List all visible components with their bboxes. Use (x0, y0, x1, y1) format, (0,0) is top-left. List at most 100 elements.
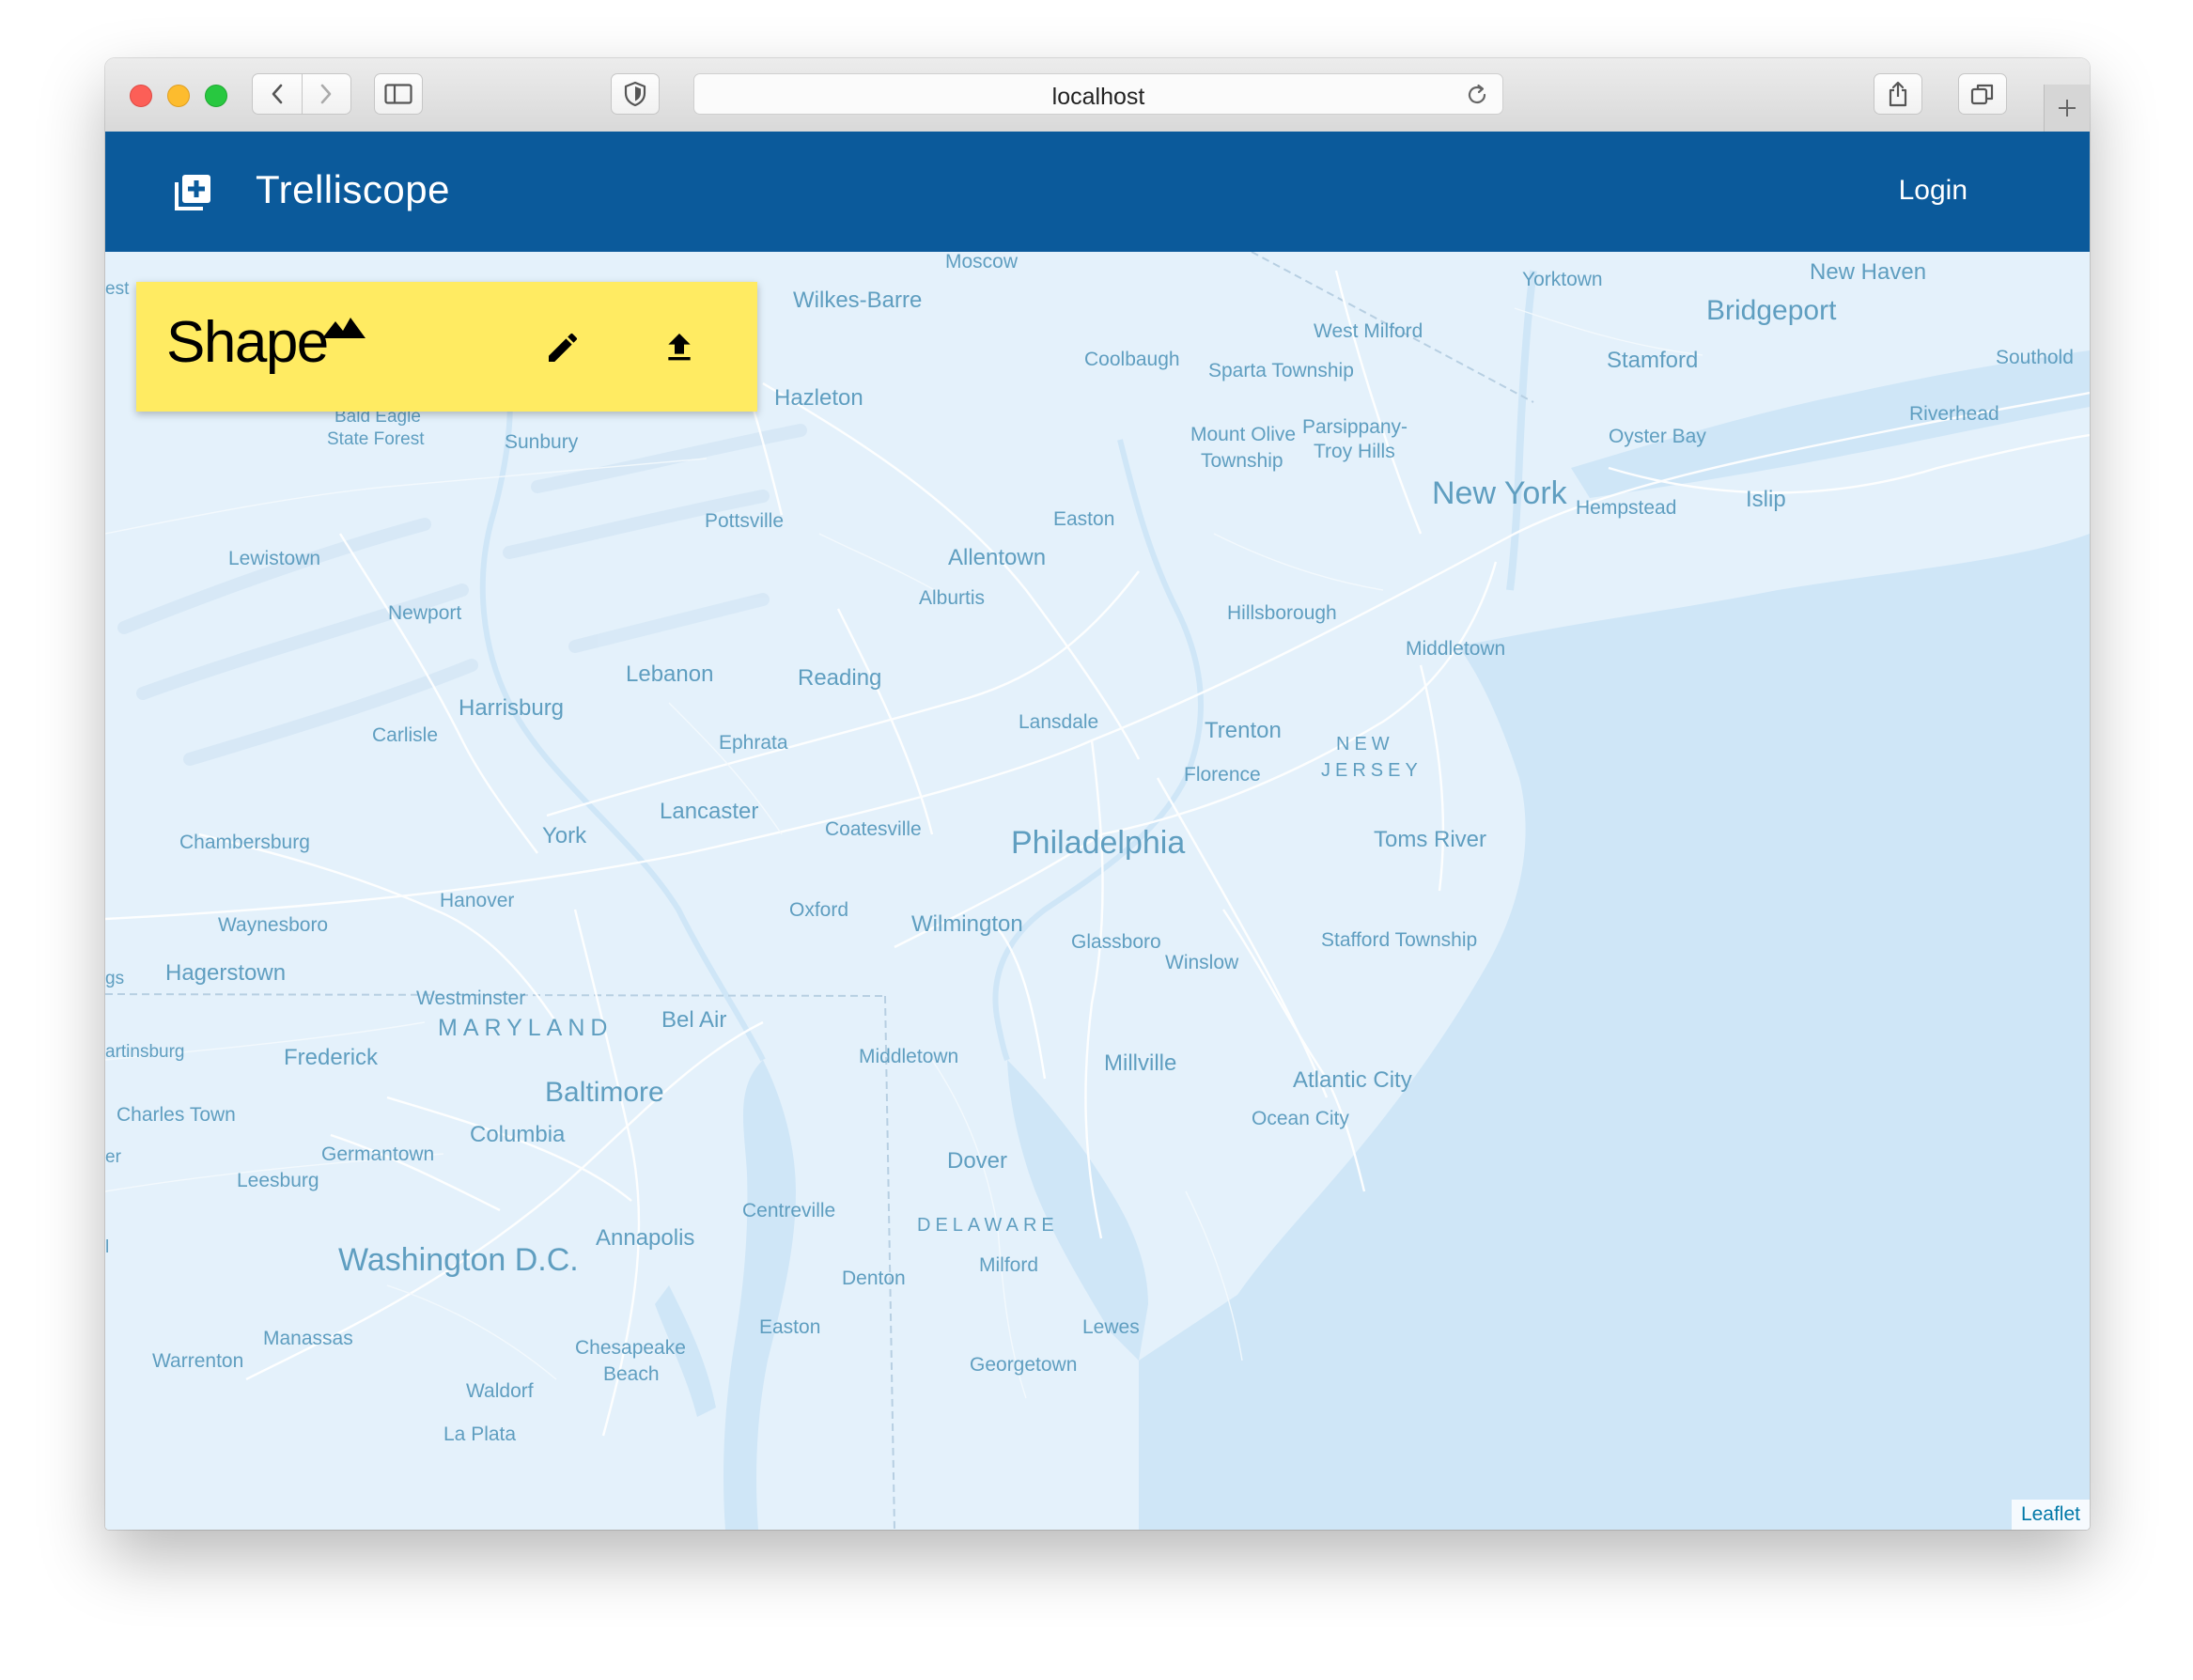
map-label: Hazleton (774, 385, 863, 411)
map-label: MARYLAND (438, 1015, 614, 1041)
map-label: Annapolis (596, 1225, 695, 1251)
upload-shape-button[interactable] (661, 329, 698, 371)
map-label: Waldorf (466, 1380, 534, 1402)
new-tab-button[interactable] (2044, 85, 2090, 132)
map-label: l (105, 1237, 110, 1257)
map-label: NEW (1336, 734, 1394, 754)
map-label: Sunbury (505, 431, 579, 453)
map-label: JERSEY (1321, 760, 1423, 781)
map-label: Coatesville (825, 818, 922, 840)
map-label: Chambersburg (179, 832, 310, 853)
zoom-window-button[interactable] (205, 85, 227, 107)
app-header: Trelliscope Login (105, 132, 2090, 252)
back-button[interactable] (253, 74, 302, 114)
map-label: York (542, 823, 587, 848)
map-label: Bel Air (661, 1007, 727, 1033)
map-label: Georgetown (970, 1354, 1078, 1376)
map-label: Toms River (1374, 827, 1487, 852)
map-label: Coolbaugh (1084, 349, 1180, 370)
map-label: Parsippany- (1302, 416, 1408, 438)
map-label: Troy Hills (1314, 441, 1395, 462)
map-view[interactable]: est Moscow Wilkes-Barre Yorktown New Hav… (105, 252, 2090, 1530)
map-label: West Milford (1314, 320, 1423, 342)
map-label: Hanover (440, 890, 515, 911)
shape-panel: Shape (136, 282, 757, 412)
plus-icon (2059, 100, 2076, 117)
shield-icon (624, 81, 646, 107)
upload-icon (668, 334, 691, 361)
map-label: Manassas (263, 1328, 353, 1349)
map-label: Atlantic City (1293, 1067, 1412, 1093)
map-label: New Haven (1810, 259, 1927, 285)
map-label: La Plata (443, 1423, 517, 1445)
map-label: Philadelphia (1011, 825, 1186, 861)
map-label: Lancaster (660, 799, 759, 824)
share-icon (1889, 81, 1907, 107)
map-label: Florence (1184, 764, 1261, 786)
map-label: Ephrata (719, 732, 788, 754)
map-label: Southold (1996, 347, 2074, 368)
map-label: est (105, 279, 130, 299)
map-label: Wilmington (911, 911, 1023, 937)
map-label: Moscow (945, 252, 1019, 272)
map-label: DELAWARE (917, 1215, 1059, 1236)
privacy-report-button[interactable] (611, 73, 660, 115)
map-label: Harrisburg (459, 695, 565, 721)
map-label: Middletown (859, 1046, 959, 1067)
map-label: Columbia (470, 1122, 566, 1147)
map-label: Township (1201, 450, 1283, 472)
reload-button[interactable] (1465, 83, 1489, 112)
map-label: New York (1432, 475, 1567, 511)
map-label: er (105, 1147, 121, 1167)
map-label: Beach (603, 1363, 660, 1385)
map-label: Ocean City (1252, 1108, 1349, 1129)
map-label: Middletown (1406, 638, 1506, 660)
close-window-button[interactable] (130, 85, 152, 107)
map-label: Centreville (742, 1200, 836, 1221)
map-label: Carlisle (372, 724, 439, 746)
browser-toolbar: localhost (105, 58, 2090, 132)
map-label: Allentown (948, 545, 1047, 570)
share-button[interactable] (1874, 73, 1922, 115)
map-label: artinsburg (105, 1042, 185, 1062)
map-label: Denton (842, 1268, 906, 1289)
map-label: Lewistown (228, 548, 321, 569)
map-attribution-link[interactable]: Leaflet (2011, 1500, 2090, 1530)
map-label: Easton (759, 1316, 821, 1338)
forward-button[interactable] (302, 74, 350, 114)
map-label: Trenton (1205, 718, 1282, 743)
map-label: Reading (798, 665, 882, 691)
map-label: Lewes (1082, 1316, 1140, 1338)
map-label: Wilkes-Barre (793, 288, 923, 313)
browser-window: localhost Trelliscope Login est Moscow W… (105, 58, 2090, 1530)
minimize-window-button[interactable] (167, 85, 190, 107)
map-label: Oyster Bay (1609, 426, 1706, 447)
shape-logo-text: Shape (166, 310, 329, 375)
map-label: Baltimore (545, 1077, 664, 1108)
login-button[interactable]: Login (1899, 175, 1967, 207)
reload-icon (1468, 84, 1486, 104)
app-logo[interactable] (173, 173, 212, 217)
map-label: Lansdale (1019, 711, 1099, 733)
chevron-right-icon (320, 84, 332, 104)
address-text: localhost (1051, 84, 1145, 110)
map-label: Warrenton (152, 1350, 244, 1372)
map-label: Frederick (284, 1045, 379, 1070)
map-label: Lebanon (626, 661, 714, 687)
map-label: Easton (1053, 508, 1115, 530)
map-label: Stamford (1607, 348, 1699, 373)
map-label: Winslow (1165, 952, 1239, 973)
sidebar-icon (384, 84, 412, 104)
map-label: Pottsville (705, 510, 785, 532)
map-label: Dover (947, 1148, 1008, 1174)
map-label: Newport (388, 602, 462, 624)
edit-shape-button[interactable] (544, 329, 582, 371)
tab-overview-button[interactable] (1958, 73, 2007, 115)
map-label: Mount Olive (1190, 424, 1297, 445)
map-label: Islip (1746, 487, 1786, 512)
sidebar-button[interactable] (374, 73, 423, 115)
chevron-left-icon (272, 84, 283, 104)
address-bar[interactable]: localhost (693, 73, 1503, 115)
map-label: Sparta Township (1208, 360, 1354, 381)
map-label: Alburtis (919, 587, 986, 609)
